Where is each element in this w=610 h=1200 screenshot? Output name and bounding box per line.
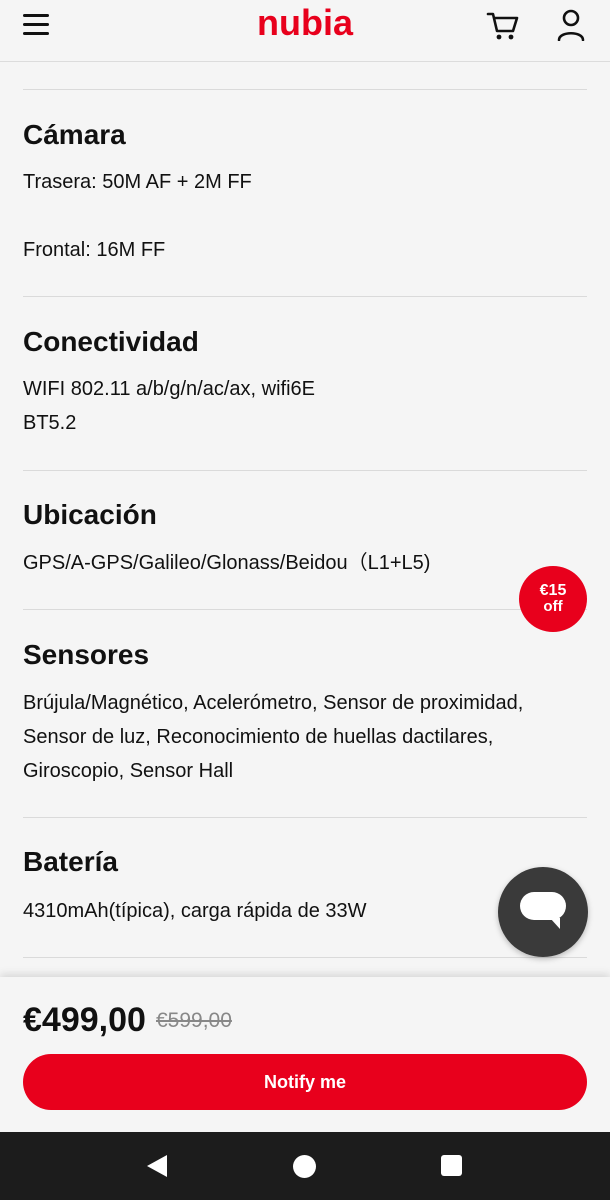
shopping-cart-icon[interactable] — [486, 9, 520, 43]
system-navigation-bar — [0, 1132, 610, 1200]
connectivity-wifi-text: WIFI 802.11 a/b/g/n/ac/ax, wifi6E — [23, 378, 315, 400]
hamburger-menu-icon[interactable] — [23, 14, 49, 36]
section-title-battery: Batería — [23, 846, 118, 877]
recent-apps-icon[interactable] — [441, 1155, 462, 1176]
original-price: €599,00 — [156, 1009, 232, 1032]
chat-button[interactable] — [498, 867, 588, 957]
back-icon[interactable] — [146, 1154, 168, 1178]
camera-front-text: Frontal: 16M FF — [23, 239, 166, 261]
section-title-location: Ubicación — [23, 499, 157, 530]
discount-label: off — [543, 598, 563, 615]
section-divider — [23, 957, 587, 958]
location-text: GPS/A-GPS/Galileo/Glonass/Beidou（L1+L5) — [23, 552, 431, 574]
connectivity-bt-text: BT5.2 — [23, 412, 77, 434]
notify-me-button[interactable]: Notify me — [23, 1054, 587, 1110]
sensors-line-3: Giroscopio, Sensor Hall — [23, 760, 234, 782]
section-title-connectivity: Conectividad — [23, 326, 199, 357]
section-divider — [23, 89, 587, 90]
discount-badge[interactable]: €15 off — [519, 566, 587, 632]
camera-rear-text: Trasera: 50M AF + 2M FF — [23, 171, 252, 193]
section-divider — [23, 817, 587, 818]
price-bar: €499,00 €599,00 Notify me — [0, 977, 610, 1132]
section-divider — [23, 470, 587, 471]
top-header: nubia — [0, 0, 610, 62]
sensors-line-2: Sensor de luz, Reconocimiento de huellas… — [23, 726, 494, 748]
section-title-camera: Cámara — [23, 119, 126, 150]
battery-text: 4310mAh(típica), carga rápida de 33W — [23, 900, 367, 922]
discount-amount: €15 — [539, 582, 567, 599]
section-divider — [23, 609, 587, 610]
user-account-icon[interactable] — [556, 9, 586, 41]
section-title-sensors: Sensores — [23, 639, 150, 670]
home-icon[interactable] — [293, 1155, 316, 1178]
section-divider — [23, 296, 587, 297]
chat-bubble-icon — [520, 892, 566, 929]
sensors-line-1: Brújula/Magnético, Acelerómetro, Sensor … — [23, 692, 524, 714]
current-price: €499,00 — [23, 1001, 146, 1039]
